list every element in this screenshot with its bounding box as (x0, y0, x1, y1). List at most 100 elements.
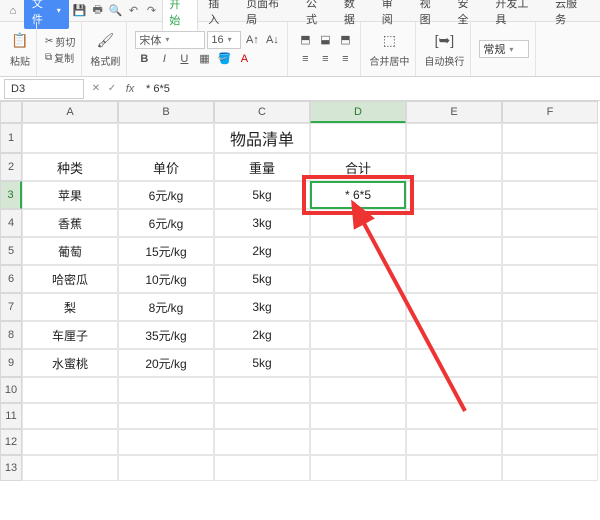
cell-C8[interactable]: 2kg (214, 321, 310, 349)
cell-B11[interactable] (118, 403, 214, 429)
cell-A6[interactable]: 哈密瓜 (22, 265, 118, 293)
cell-F12[interactable] (502, 429, 598, 455)
cell-B10[interactable] (118, 377, 214, 403)
print-icon[interactable]: 🖶 (91, 4, 105, 18)
spreadsheet-grid[interactable]: ABCDEF1物品清单2种类单价重量合计3苹果6元/kg5kg* 6*54香蕉6… (0, 101, 600, 518)
cell-C2[interactable]: 重量 (214, 153, 310, 181)
cell-C4[interactable]: 3kg (214, 209, 310, 237)
row-header-8[interactable]: 8 (0, 321, 22, 349)
cell-A8[interactable]: 车厘子 (22, 321, 118, 349)
cell-D6[interactable] (310, 265, 406, 293)
cell-B8[interactable]: 35元/kg (118, 321, 214, 349)
cell-C7[interactable]: 3kg (214, 293, 310, 321)
cell-E12[interactable] (406, 429, 502, 455)
cell-B4[interactable]: 6元/kg (118, 209, 214, 237)
number-format-select[interactable]: 常规 (479, 40, 529, 58)
cell-C13[interactable] (214, 455, 310, 481)
cell-C12[interactable] (214, 429, 310, 455)
format-painter-button[interactable]: 🖌 格式刷 (90, 31, 120, 68)
cell-A7[interactable]: 梨 (22, 293, 118, 321)
cell-F6[interactable] (502, 265, 598, 293)
menu-tab-9[interactable]: 云服务 (549, 0, 594, 29)
menu-tab-0[interactable]: 开始 (162, 0, 198, 31)
align-left-button[interactable]: ≡ (296, 50, 314, 68)
cell-B6[interactable]: 10元/kg (118, 265, 214, 293)
row-header-7[interactable]: 7 (0, 293, 22, 321)
cell-B1[interactable] (118, 123, 214, 153)
cell-A4[interactable]: 香蕉 (22, 209, 118, 237)
cell-D10[interactable] (310, 377, 406, 403)
cell-B13[interactable] (118, 455, 214, 481)
font-name-select[interactable]: 宋体 (135, 31, 205, 49)
cell-B2[interactable]: 单价 (118, 153, 214, 181)
cell-A5[interactable]: 葡萄 (22, 237, 118, 265)
row-header-5[interactable]: 5 (0, 237, 22, 265)
decrease-font-button[interactable]: A↓ (263, 31, 281, 49)
align-right-button[interactable]: ≡ (336, 50, 354, 68)
cell-A13[interactable] (22, 455, 118, 481)
cell-E3[interactable] (406, 181, 502, 209)
cell-A2[interactable]: 种类 (22, 153, 118, 181)
cell-F5[interactable] (502, 237, 598, 265)
cell-D2[interactable]: 合计 (310, 153, 406, 181)
row-header-11[interactable]: 11 (0, 403, 22, 429)
col-header-C[interactable]: C (214, 101, 310, 123)
row-header-1[interactable]: 1 (0, 123, 22, 153)
cell-B9[interactable]: 20元/kg (118, 349, 214, 377)
cell-F1[interactable] (502, 123, 598, 153)
cell-F3[interactable] (502, 181, 598, 209)
formula-input[interactable]: * 6*5 (140, 79, 600, 99)
align-top-button[interactable]: ⬒ (296, 31, 314, 49)
auto-wrap-button[interactable]: [➥] 自动换行 (424, 31, 464, 68)
cell-A10[interactable] (22, 377, 118, 403)
font-color-button[interactable]: A (235, 50, 253, 68)
cell-C3[interactable]: 5kg (214, 181, 310, 209)
bold-button[interactable]: B (135, 50, 153, 68)
cell-E7[interactable] (406, 293, 502, 321)
col-header-D[interactable]: D (310, 101, 406, 123)
cell-D12[interactable] (310, 429, 406, 455)
cell-F8[interactable] (502, 321, 598, 349)
cell-D13[interactable] (310, 455, 406, 481)
row-header-4[interactable]: 4 (0, 209, 22, 237)
row-header-10[interactable]: 10 (0, 377, 22, 403)
cell-C10[interactable] (214, 377, 310, 403)
redo-icon[interactable]: ↷ (144, 4, 158, 18)
confirm-icon[interactable]: ✓ (104, 79, 120, 99)
row-header-6[interactable]: 6 (0, 265, 22, 293)
cancel-icon[interactable]: ✕ (88, 79, 104, 99)
align-bottom-button[interactable]: ⬒ (336, 31, 354, 49)
paste-button[interactable]: 📋 粘贴 (10, 31, 30, 68)
cell-E5[interactable] (406, 237, 502, 265)
fill-color-button[interactable]: 🪣 (215, 50, 233, 68)
cell-E9[interactable] (406, 349, 502, 377)
cell-B7[interactable]: 8元/kg (118, 293, 214, 321)
row-header-12[interactable]: 12 (0, 429, 22, 455)
font-size-select[interactable]: 16 (207, 31, 241, 49)
cell-D4[interactable] (310, 209, 406, 237)
increase-font-button[interactable]: A↑ (243, 31, 261, 49)
select-all-corner[interactable] (0, 101, 22, 123)
cell-B5[interactable]: 15元/kg (118, 237, 214, 265)
fx-icon[interactable]: fx (120, 79, 140, 99)
cell-E2[interactable] (406, 153, 502, 181)
cell-F10[interactable] (502, 377, 598, 403)
cell-D5[interactable] (310, 237, 406, 265)
col-header-B[interactable]: B (118, 101, 214, 123)
cell-A12[interactable] (22, 429, 118, 455)
cell-C11[interactable] (214, 403, 310, 429)
cell-F2[interactable] (502, 153, 598, 181)
cell-E8[interactable] (406, 321, 502, 349)
cell-D1[interactable] (310, 123, 406, 153)
cell-F7[interactable] (502, 293, 598, 321)
home-icon[interactable]: ⌂ (6, 4, 20, 18)
underline-button[interactable]: U (175, 50, 193, 68)
cell-F9[interactable] (502, 349, 598, 377)
border-button[interactable]: ▦ (195, 50, 213, 68)
cell-E6[interactable] (406, 265, 502, 293)
row-header-2[interactable]: 2 (0, 153, 22, 181)
cell-C9[interactable]: 5kg (214, 349, 310, 377)
cell-A3[interactable]: 苹果 (22, 181, 118, 209)
save-icon[interactable]: 💾 (73, 4, 87, 18)
merge-center-button[interactable]: ⬚ 合并居中 (369, 31, 409, 68)
